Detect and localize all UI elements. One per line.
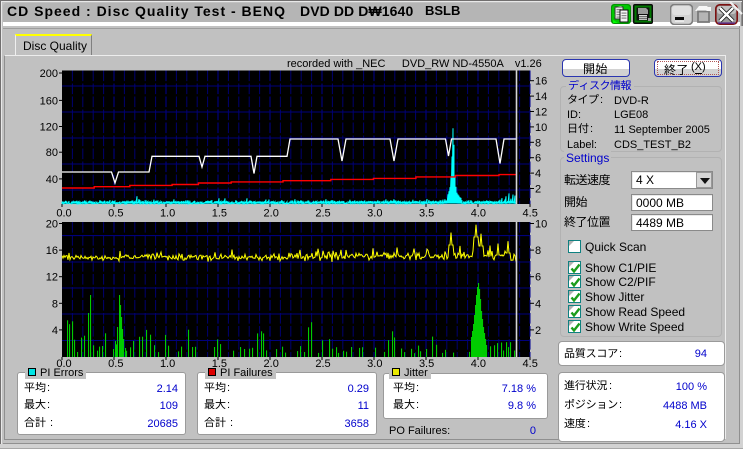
svg-text:20: 20 [46, 219, 58, 231]
svg-text:3.0: 3.0 [367, 208, 382, 220]
svg-text:3.5: 3.5 [419, 208, 434, 220]
svg-text:2.5: 2.5 [315, 208, 330, 220]
svg-text:1.0: 1.0 [160, 208, 175, 220]
svg-text:0.5: 0.5 [108, 208, 123, 220]
svg-text:8: 8 [535, 137, 541, 149]
svg-text:16: 16 [535, 76, 547, 88]
svg-text:160: 160 [40, 95, 58, 107]
svg-text:200: 200 [40, 68, 58, 80]
svg-text:10: 10 [535, 122, 547, 134]
svg-text:4: 4 [535, 168, 541, 180]
svg-text:14: 14 [535, 91, 547, 103]
svg-text:80: 80 [46, 147, 58, 159]
svg-text:2.0: 2.0 [264, 208, 279, 220]
svg-text:4: 4 [52, 325, 58, 337]
svg-text:16: 16 [46, 245, 58, 257]
svg-text:8: 8 [535, 245, 541, 257]
svg-text:2: 2 [535, 184, 541, 196]
svg-text:0.5: 0.5 [108, 358, 123, 370]
svg-text:8: 8 [52, 298, 58, 310]
svg-text:4: 4 [535, 298, 541, 310]
svg-text:1.5: 1.5 [212, 208, 227, 220]
svg-text:12: 12 [535, 107, 547, 119]
svg-text:40: 40 [46, 174, 58, 186]
svg-text:3.0: 3.0 [367, 358, 382, 370]
svg-text:120: 120 [40, 122, 58, 134]
svg-text:6: 6 [535, 272, 541, 284]
svg-text:6: 6 [535, 153, 541, 165]
svg-text:12: 12 [46, 272, 58, 284]
svg-text:4.0: 4.0 [471, 208, 486, 220]
svg-text:10: 10 [535, 219, 547, 231]
svg-text:0.0: 0.0 [56, 208, 71, 220]
svg-text:1.0: 1.0 [160, 358, 175, 370]
svg-text:2.5: 2.5 [315, 358, 330, 370]
svg-text:2: 2 [535, 325, 541, 337]
